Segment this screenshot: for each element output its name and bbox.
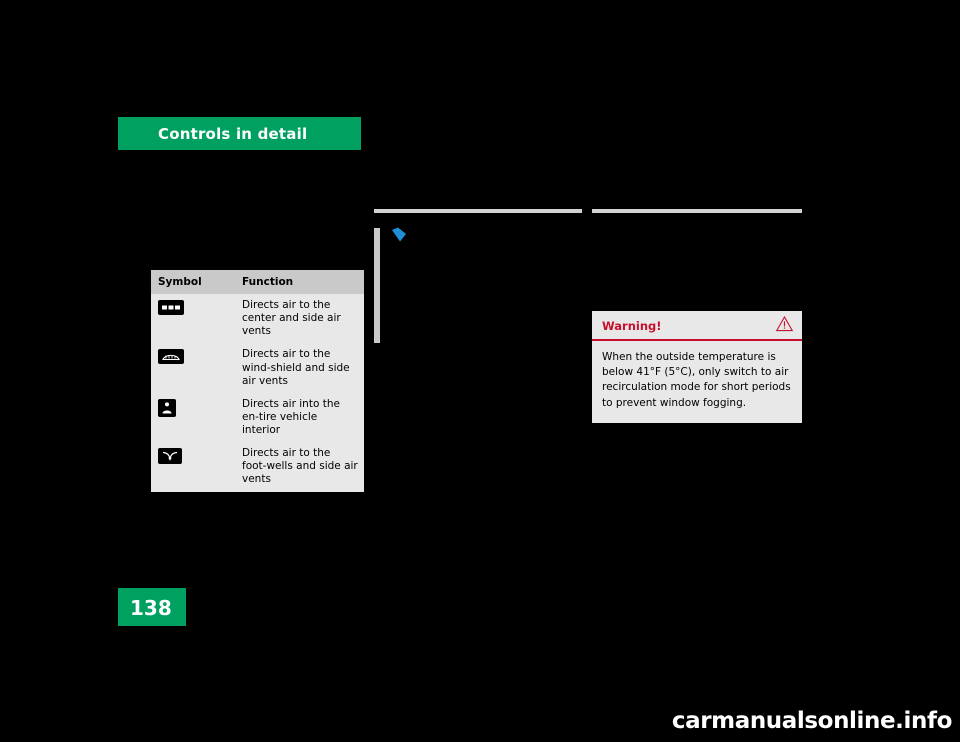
- symbol-cell: [151, 294, 235, 343]
- column-rule-right: [592, 209, 802, 213]
- warning-triangle-icon: [775, 315, 794, 336]
- page-number: 138: [130, 596, 172, 620]
- page-title: Controls in detail: [158, 125, 308, 143]
- sidebar-accent-bar: [374, 228, 380, 343]
- table-row: Directs air to the foot-wells and side a…: [151, 442, 364, 492]
- site-watermark: carmanualsonline.info: [671, 708, 953, 734]
- table-row: Directs air to the center and side air v…: [151, 294, 364, 344]
- symbol-function-table: Symbol Function Directs air to the cente…: [151, 270, 364, 492]
- windshield-defrost-icon: [158, 349, 184, 365]
- function-cell: Directs air to the foot-wells and side a…: [242, 447, 358, 486]
- column-header-symbol: Symbol: [151, 270, 235, 294]
- warning-text: When the outside temperature is below 41…: [602, 351, 791, 409]
- whole-interior-airflow-icon: [158, 398, 176, 417]
- table-row: Directs air into the en-tire vehicle int…: [151, 392, 364, 443]
- footwell-vents-icon: [158, 448, 182, 465]
- table-row: Directs air to the wind-shield and side …: [151, 343, 364, 393]
- column-rule-middle: [374, 209, 582, 213]
- function-cell: Directs air into the en-tire vehicle int…: [242, 397, 340, 436]
- table-header-row: Symbol Function: [151, 270, 364, 294]
- warning-box: Warning! When the outside temperature is…: [592, 311, 802, 423]
- center-and-side-vents-icon: [158, 300, 184, 315]
- symbol-cell: [151, 442, 235, 491]
- function-cell: Directs air to the wind-shield and side …: [242, 348, 350, 387]
- warning-title: Warning!: [602, 319, 662, 333]
- blue-bullet-icon: [390, 226, 408, 244]
- function-cell: Directs air to the center and side air v…: [242, 299, 341, 338]
- page-number-block: 138: [118, 588, 186, 626]
- symbol-cell: [151, 343, 235, 392]
- symbol-cell: [151, 393, 235, 442]
- column-header-function: Function: [235, 270, 364, 294]
- chapter-header-banner: Controls in detail: [118, 117, 361, 150]
- warning-header: Warning!: [592, 311, 802, 341]
